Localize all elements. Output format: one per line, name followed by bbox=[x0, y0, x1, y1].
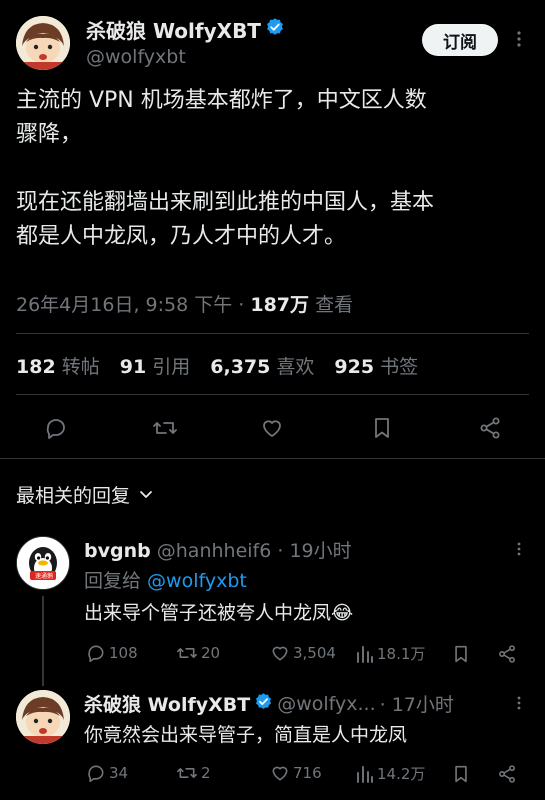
tweet-meta: 26年4月16日, 9:58 下午 · 187万 查看 bbox=[16, 290, 353, 317]
like-icon bbox=[270, 763, 290, 783]
thread-line bbox=[42, 596, 44, 686]
tweet-text: 主流的 VPN 机场基本都炸了，中文区人数 骤降， 现在还能翻墙出来刷到此推的中… bbox=[16, 84, 536, 254]
divider bbox=[16, 394, 529, 395]
retweets-stat[interactable]: 182 转帖 bbox=[16, 352, 100, 379]
reply-header: bvgnb @hanhheif6 · 19小时 bbox=[84, 536, 352, 563]
share-icon[interactable] bbox=[496, 643, 518, 665]
views-count-action[interactable]: 18.1万 bbox=[356, 643, 425, 664]
retweet-count: 2 bbox=[201, 764, 211, 782]
bookmark-icon[interactable] bbox=[450, 643, 472, 665]
divider bbox=[16, 333, 529, 334]
author-name[interactable]: 杀破狼 WolfyXBT bbox=[86, 15, 261, 44]
share-icon[interactable] bbox=[476, 414, 504, 442]
like-count: 716 bbox=[293, 764, 322, 782]
reply-header: 杀破狼 WolfyXBT @wolfyx... · 17小时 bbox=[84, 690, 454, 717]
reply-author-handle[interactable]: @wolfyx... bbox=[277, 693, 375, 715]
views-count: 187万 bbox=[250, 294, 310, 316]
reply-icon bbox=[86, 763, 106, 783]
tweet-stats: 182 转帖 91 引用 6,375 喜欢 925 书签 bbox=[16, 352, 418, 379]
verified-badge-icon bbox=[254, 692, 273, 716]
reply-to-line: 回复给 @wolfyxbt bbox=[84, 566, 247, 593]
like-count-action[interactable]: 3,504 bbox=[270, 643, 336, 663]
retweet-icon bbox=[176, 643, 198, 663]
reply-time[interactable]: · 19小时 bbox=[271, 540, 351, 562]
views-icon bbox=[356, 644, 374, 664]
avatar-badge-label: 速通鹅 bbox=[34, 573, 53, 580]
likes-stat[interactable]: 6,375 喜欢 bbox=[210, 352, 314, 379]
reply-to-handle[interactable]: @wolfyxbt bbox=[147, 570, 247, 592]
reply-text: 出来导个管子还被夸人中龙凤😂 bbox=[84, 602, 354, 624]
views-count-action[interactable]: 14.2万 bbox=[356, 763, 425, 784]
author-handle[interactable]: @wolfyxbt bbox=[86, 46, 186, 68]
more-dots-icon[interactable] bbox=[510, 694, 528, 712]
like-icon[interactable] bbox=[258, 414, 286, 442]
tweet-text-line: 主流的 VPN 机场基本都炸了，中文区人数 bbox=[16, 88, 427, 113]
author-avatar[interactable] bbox=[16, 16, 70, 70]
retweet-count: 20 bbox=[201, 644, 221, 662]
tweet-text-line: 现在还能翻墙出来刷到此推的中国人，基本 bbox=[16, 190, 435, 215]
more-dots-icon[interactable] bbox=[508, 28, 530, 50]
reply-avatar[interactable] bbox=[16, 536, 70, 590]
reply-avatar[interactable] bbox=[16, 690, 70, 744]
reply-author-handle[interactable]: @hanhheif6 bbox=[157, 540, 272, 562]
verified-badge-icon bbox=[265, 17, 285, 41]
divider bbox=[0, 458, 545, 459]
views-count: 18.1万 bbox=[377, 645, 426, 663]
share-icon[interactable] bbox=[496, 763, 518, 785]
like-count: 3,504 bbox=[293, 644, 336, 662]
reply-count: 108 bbox=[109, 644, 138, 662]
sort-label: 最相关的回复 bbox=[16, 484, 131, 507]
reply-text: 你竟然会出来导管子，简直是人中龙凤 bbox=[84, 724, 408, 746]
quotes-stat[interactable]: 91 引用 bbox=[120, 352, 191, 379]
bookmark-icon[interactable] bbox=[368, 414, 396, 442]
reply-to-prefix: 回复给 bbox=[84, 570, 148, 592]
subscribe-button[interactable]: 订阅 bbox=[422, 24, 498, 56]
reply-author-name[interactable]: bvgnb bbox=[84, 540, 151, 562]
tweet-text-line: 骤降， bbox=[16, 122, 83, 147]
bookmarks-stat[interactable]: 925 书签 bbox=[334, 352, 418, 379]
views-label: 查看 bbox=[309, 294, 354, 316]
reply-icon bbox=[86, 643, 106, 663]
reply-time[interactable]: · 17小时 bbox=[380, 690, 454, 717]
retweet-count-action[interactable]: 2 bbox=[176, 763, 211, 783]
reply-author-name[interactable]: 杀破狼 WolfyXBT bbox=[84, 690, 250, 717]
bookmark-icon[interactable] bbox=[450, 763, 472, 785]
reply-icon[interactable] bbox=[42, 414, 70, 442]
tweet-timestamp[interactable]: 26年4月16日, 9:58 下午 · bbox=[16, 294, 250, 316]
views-icon bbox=[356, 764, 374, 784]
like-icon bbox=[270, 643, 290, 663]
views-count: 14.2万 bbox=[377, 765, 426, 783]
reply-count-action[interactable]: 108 bbox=[86, 643, 138, 663]
retweet-icon[interactable] bbox=[150, 414, 180, 442]
reply-count: 34 bbox=[109, 764, 129, 782]
chevron-down-icon bbox=[138, 486, 154, 502]
reply-sort-selector[interactable]: 最相关的回复 bbox=[16, 480, 154, 508]
more-dots-icon[interactable] bbox=[510, 540, 528, 558]
tweet-text-line: 都是人中龙凤，乃人才中的人才。 bbox=[16, 224, 347, 249]
reply-count-action[interactable]: 34 bbox=[86, 763, 128, 783]
retweet-count-action[interactable]: 20 bbox=[176, 643, 220, 663]
like-count-action[interactable]: 716 bbox=[270, 763, 322, 783]
retweet-icon bbox=[176, 763, 198, 783]
